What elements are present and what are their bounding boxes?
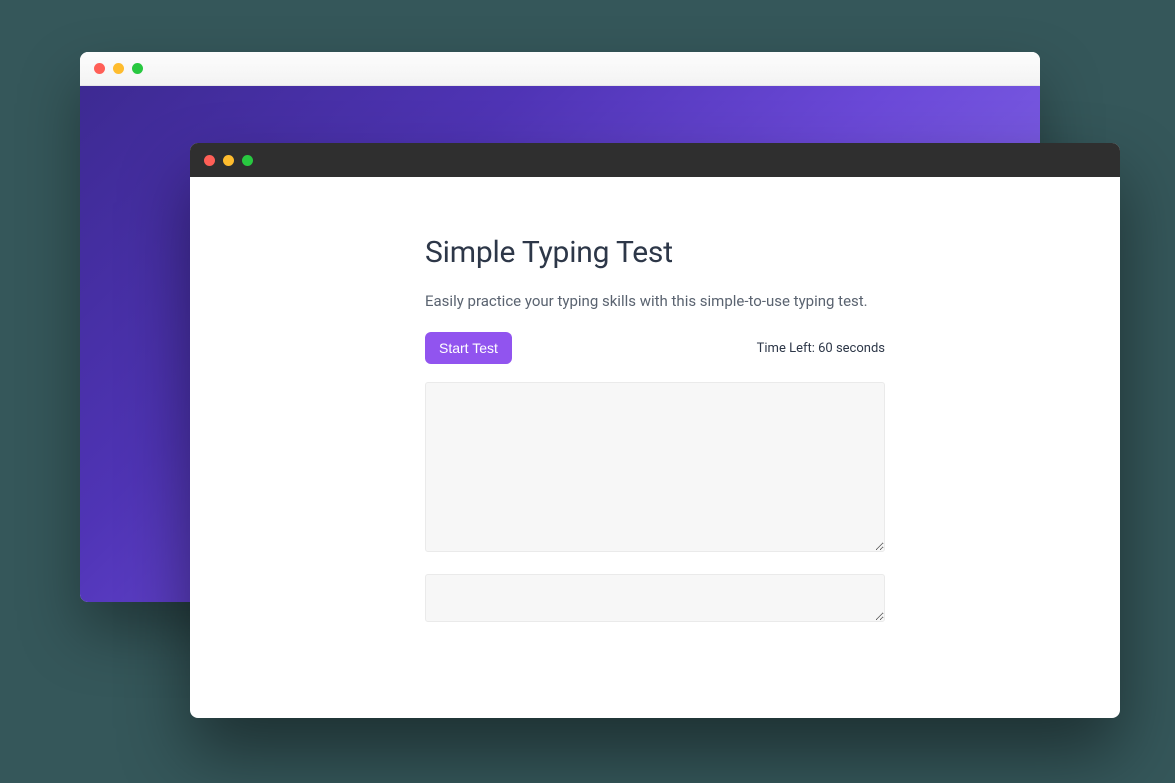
time-left-label: Time Left: 60 seconds xyxy=(757,341,885,356)
front-window-titlebar xyxy=(190,143,1120,177)
foreground-app-window: Simple Typing Test Easily practice your … xyxy=(190,143,1120,718)
maximize-icon[interactable] xyxy=(242,155,253,166)
page-title: Simple Typing Test xyxy=(425,235,885,270)
minimize-icon[interactable] xyxy=(223,155,234,166)
back-window-titlebar xyxy=(80,52,1040,86)
main-column: Simple Typing Test Easily practice your … xyxy=(425,235,885,626)
controls-row: Start Test Time Left: 60 seconds xyxy=(425,332,885,364)
close-icon[interactable] xyxy=(94,63,105,74)
minimize-icon[interactable] xyxy=(113,63,124,74)
typing-input[interactable] xyxy=(425,574,885,622)
close-icon[interactable] xyxy=(204,155,215,166)
front-window-content: Simple Typing Test Easily practice your … xyxy=(190,177,1120,656)
prompt-textarea[interactable] xyxy=(425,382,885,552)
maximize-icon[interactable] xyxy=(132,63,143,74)
start-test-button[interactable]: Start Test xyxy=(425,332,512,364)
page-subtitle: Easily practice your typing skills with … xyxy=(425,292,885,310)
